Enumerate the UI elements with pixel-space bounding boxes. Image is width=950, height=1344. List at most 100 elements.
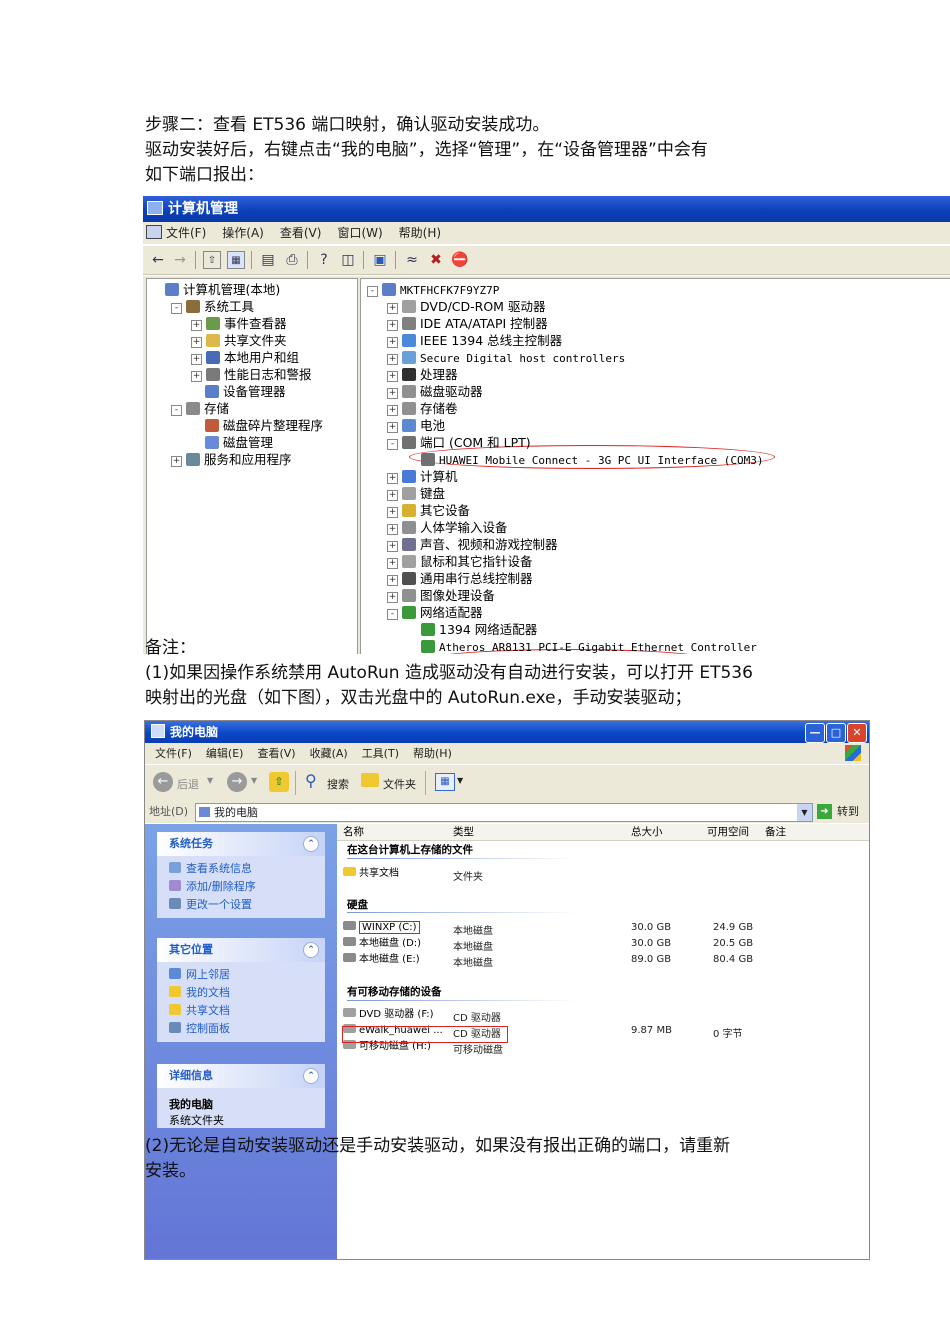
task-view-system-info[interactable]: 查看系统信息 bbox=[157, 860, 325, 878]
menu-item-3[interactable]: 收藏(A) bbox=[310, 747, 348, 760]
file-row-name[interactable]: 共享文档 bbox=[343, 866, 399, 882]
file-row-name[interactable]: 本地磁盘 (E:) bbox=[343, 952, 420, 968]
expand-icon[interactable]: + bbox=[387, 541, 398, 552]
tree-node[interactable]: + Secure Digital host controllers bbox=[387, 349, 625, 366]
collapse-icon[interactable]: - bbox=[171, 303, 182, 314]
expand-icon[interactable]: + bbox=[191, 320, 202, 331]
tree-node[interactable]: + IEEE 1394 总线主控制器 bbox=[387, 332, 562, 349]
expand-icon[interactable]: + bbox=[387, 507, 398, 518]
expand-icon[interactable]: + bbox=[387, 320, 398, 331]
forward-arrow-icon[interactable]: → bbox=[171, 251, 189, 269]
back-icon[interactable]: ← bbox=[153, 772, 173, 792]
tree-node[interactable]: 设备管理器 bbox=[191, 383, 286, 400]
address-dropdown-icon[interactable]: ▼ bbox=[797, 804, 812, 821]
up-level-icon[interactable]: ⇧ bbox=[203, 251, 221, 269]
tree-node[interactable]: - MKTFHCFK7F9YZ7P bbox=[367, 281, 499, 298]
menu-item-0[interactable]: 文件(F) bbox=[166, 226, 206, 240]
up-folder-icon[interactable]: ⇧ bbox=[269, 772, 289, 792]
tree-node[interactable]: - 网络适配器 bbox=[387, 604, 483, 621]
collapse-chevron-icon[interactable]: ⌃ bbox=[303, 836, 319, 852]
back-dropdown-icon[interactable]: ▼ bbox=[207, 776, 213, 785]
place-my-documents[interactable]: 我的文档 bbox=[157, 984, 325, 1002]
menu-item-2[interactable]: 查看(V) bbox=[280, 226, 322, 240]
collapse-icon[interactable]: - bbox=[387, 609, 398, 620]
show-tree-icon[interactable]: ▦ bbox=[227, 251, 245, 269]
collapse-icon[interactable]: - bbox=[367, 286, 378, 297]
menu-item-3[interactable]: 窗口(W) bbox=[337, 226, 382, 240]
tree-node[interactable]: + 性能日志和警报 bbox=[191, 366, 312, 383]
back-arrow-icon[interactable]: ← bbox=[149, 251, 167, 269]
menu-item-0[interactable]: 文件(F) bbox=[155, 747, 192, 760]
file-row-name[interactable]: 本地磁盘 (D:) bbox=[343, 936, 421, 952]
menu-item-4[interactable]: 帮助(H) bbox=[399, 226, 441, 240]
print-icon[interactable]: ⎙ bbox=[283, 251, 301, 269]
tree-node[interactable]: + 电池 bbox=[387, 417, 445, 434]
scan-hardware-icon[interactable]: ▣ bbox=[371, 251, 389, 269]
tree-node[interactable]: 计算机管理(本地) bbox=[151, 281, 280, 298]
system-tasks-header[interactable]: 系统任务 ⌃ bbox=[157, 832, 325, 856]
place-control-panel[interactable]: 控制面板 bbox=[157, 1020, 325, 1038]
menu-item-5[interactable]: 帮助(H) bbox=[413, 747, 452, 760]
tree-node[interactable]: + 通用串行总线控制器 bbox=[387, 570, 533, 587]
minimize-button[interactable]: — bbox=[805, 723, 825, 743]
tree-node[interactable]: + 本地用户和组 bbox=[191, 349, 299, 366]
tree-node[interactable]: + 图像处理设备 bbox=[387, 587, 495, 604]
tree-node[interactable]: - 存储 bbox=[171, 400, 229, 417]
close-button[interactable]: ✕ bbox=[847, 723, 867, 743]
folders-icon[interactable] bbox=[361, 773, 379, 787]
tree-node[interactable]: + 服务和应用程序 bbox=[171, 451, 292, 468]
expand-icon[interactable]: + bbox=[387, 405, 398, 416]
col-comments[interactable]: 备注 bbox=[765, 824, 786, 840]
tree-node[interactable]: + 键盘 bbox=[387, 485, 445, 502]
tree-node[interactable]: + 处理器 bbox=[387, 366, 458, 383]
tree-node[interactable]: + 事件查看器 bbox=[191, 315, 287, 332]
menu-item-1[interactable]: 编辑(E) bbox=[206, 747, 244, 760]
help-icon[interactable]: ? bbox=[315, 251, 333, 269]
maximize-button[interactable]: □ bbox=[826, 723, 846, 743]
expand-icon[interactable]: + bbox=[387, 371, 398, 382]
expand-icon[interactable]: + bbox=[387, 303, 398, 314]
tree-node[interactable]: 1394 网络适配器 bbox=[407, 621, 537, 638]
collapse-chevron-icon[interactable]: ⌃ bbox=[303, 1068, 319, 1084]
place-network[interactable]: 网上邻居 bbox=[157, 966, 325, 984]
expand-icon[interactable]: + bbox=[191, 354, 202, 365]
tree-node[interactable]: + 磁盘驱动器 bbox=[387, 383, 483, 400]
address-input[interactable]: 我的电脑 ▼ bbox=[195, 803, 813, 822]
collapse-chevron-icon[interactable]: ⌃ bbox=[303, 942, 319, 958]
file-row-name[interactable]: DVD 驱动器 (F:) bbox=[343, 1007, 434, 1023]
expand-icon[interactable]: + bbox=[387, 592, 398, 603]
update-driver-icon[interactable]: ≈ bbox=[403, 251, 421, 269]
expand-icon[interactable]: + bbox=[387, 524, 398, 535]
expand-icon[interactable]: + bbox=[171, 456, 182, 467]
menu-item-2[interactable]: 查看(V) bbox=[257, 747, 295, 760]
details-header[interactable]: 详细信息 ⌃ bbox=[157, 1064, 325, 1088]
properties-icon[interactable]: ▤ bbox=[259, 251, 277, 269]
forward-dropdown-icon[interactable]: ▼ bbox=[251, 776, 257, 785]
tree-node[interactable]: + 存储卷 bbox=[387, 400, 458, 417]
menu-item-1[interactable]: 操作(A) bbox=[222, 226, 264, 240]
tree-node[interactable]: + 其它设备 bbox=[387, 502, 470, 519]
tree-node[interactable]: 磁盘管理 bbox=[191, 434, 273, 451]
search-label[interactable]: 搜索 bbox=[327, 776, 349, 792]
views-icon[interactable]: ▦ bbox=[435, 773, 455, 791]
expand-icon[interactable]: + bbox=[387, 575, 398, 586]
tree-node[interactable]: + 共享文件夹 bbox=[191, 332, 287, 349]
disable-icon[interactable]: ⛔ bbox=[451, 251, 469, 269]
col-free-space[interactable]: 可用空间 bbox=[707, 824, 749, 840]
views-dropdown-icon[interactable]: ▼ bbox=[457, 776, 463, 785]
tree-node[interactable]: HUAWEI Mobile Connect - 3G PC UI Interfa… bbox=[407, 451, 764, 468]
task-add-remove-programs[interactable]: 添加/删除程序 bbox=[157, 878, 325, 896]
go-button[interactable]: 转到 bbox=[837, 801, 859, 823]
console-icon[interactable]: ◫ bbox=[339, 251, 357, 269]
expand-icon[interactable]: + bbox=[387, 490, 398, 501]
expand-icon[interactable]: + bbox=[387, 388, 398, 399]
tree-node[interactable]: Atheros AR8131 PCI-E Gigabit Ethernet Co… bbox=[407, 638, 757, 654]
collapse-icon[interactable]: - bbox=[171, 405, 182, 416]
expand-icon[interactable]: + bbox=[387, 558, 398, 569]
expand-icon[interactable]: + bbox=[191, 371, 202, 382]
expand-icon[interactable]: + bbox=[387, 337, 398, 348]
col-total-size[interactable]: 总大小 bbox=[631, 824, 663, 840]
tree-node[interactable]: + 计算机 bbox=[387, 468, 458, 485]
tree-node[interactable]: + 鼠标和其它指针设备 bbox=[387, 553, 533, 570]
tree-node[interactable]: - 系统工具 bbox=[171, 298, 254, 315]
